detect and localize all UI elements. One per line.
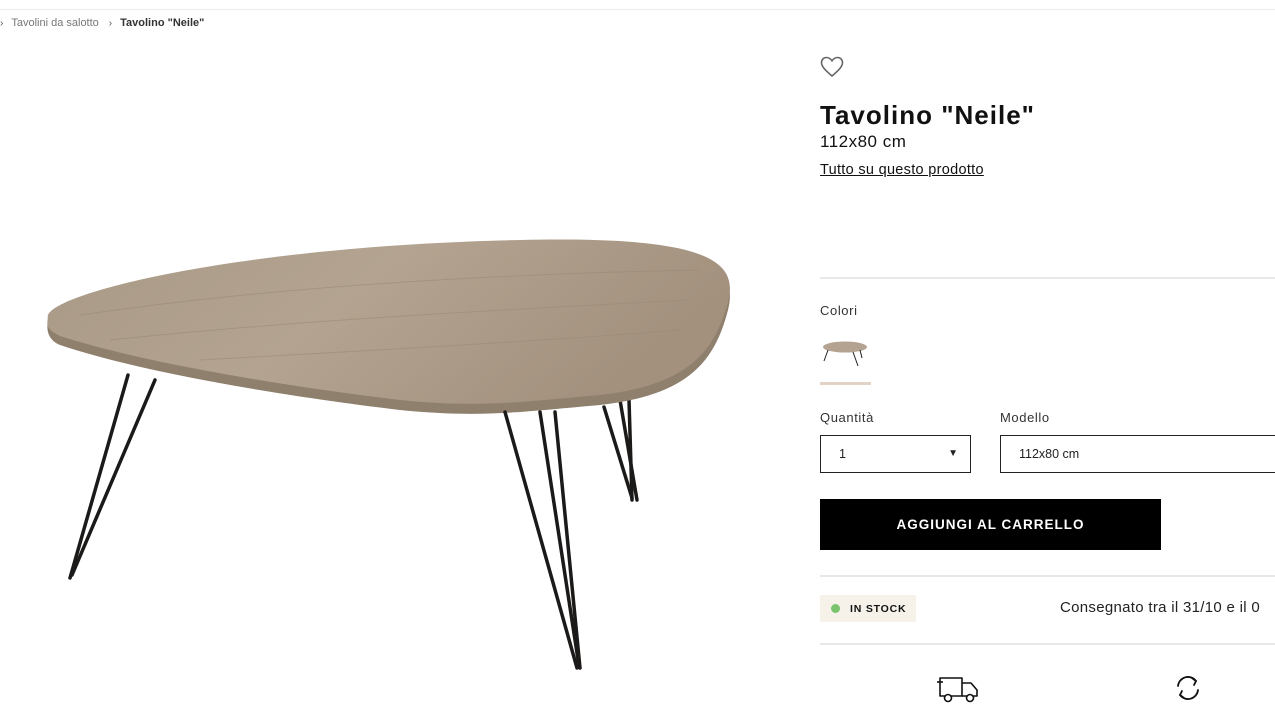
model-value: 112x80 cm	[1019, 447, 1080, 461]
model-select[interactable]: 112x80 cm	[1000, 435, 1275, 473]
stock-badge: IN STOCK	[820, 595, 916, 622]
quantity-value: 1	[839, 447, 846, 461]
stock-status: IN STOCK	[850, 602, 907, 615]
breadcrumb: › Tavolini da salotto › Tavolino "Neile"	[0, 17, 204, 29]
divider	[820, 277, 1275, 279]
delivery-estimate: Consegnato tra il 31/10 e il 0	[1060, 599, 1260, 616]
quantity-select[interactable]: 1 ▼	[820, 435, 971, 473]
status-dot-icon	[831, 604, 840, 613]
add-to-cart-button[interactable]: AGGIUNGI AL CARRELLO	[820, 499, 1161, 550]
refresh-icon[interactable]	[1172, 672, 1204, 704]
divider	[820, 643, 1275, 645]
divider	[820, 575, 1275, 577]
breadcrumb-separator-icon: ›	[0, 17, 4, 29]
colors-label: Colori	[820, 303, 858, 318]
product-info-link[interactable]: Tutto su questo prodotto	[820, 162, 984, 178]
breadcrumb-item-current: Tavolino "Neile"	[120, 17, 205, 29]
selected-swatch-indicator	[820, 382, 871, 385]
product-title: Tavolino "Neile"	[820, 100, 1035, 130]
truck-icon[interactable]	[937, 672, 981, 706]
product-size: 112x80 cm	[820, 132, 907, 151]
product-image[interactable]	[30, 215, 750, 685]
dropdown-arrow-icon: ▼	[948, 448, 958, 459]
top-divider	[0, 9, 1275, 10]
model-label: Modello	[1000, 410, 1050, 425]
breadcrumb-separator-icon: ›	[108, 17, 113, 29]
heart-icon[interactable]	[820, 56, 844, 78]
color-swatch[interactable]	[820, 336, 871, 385]
quantity-label: Quantità	[820, 410, 874, 425]
breadcrumb-item-category[interactable]: Tavolini da salotto	[11, 17, 98, 29]
